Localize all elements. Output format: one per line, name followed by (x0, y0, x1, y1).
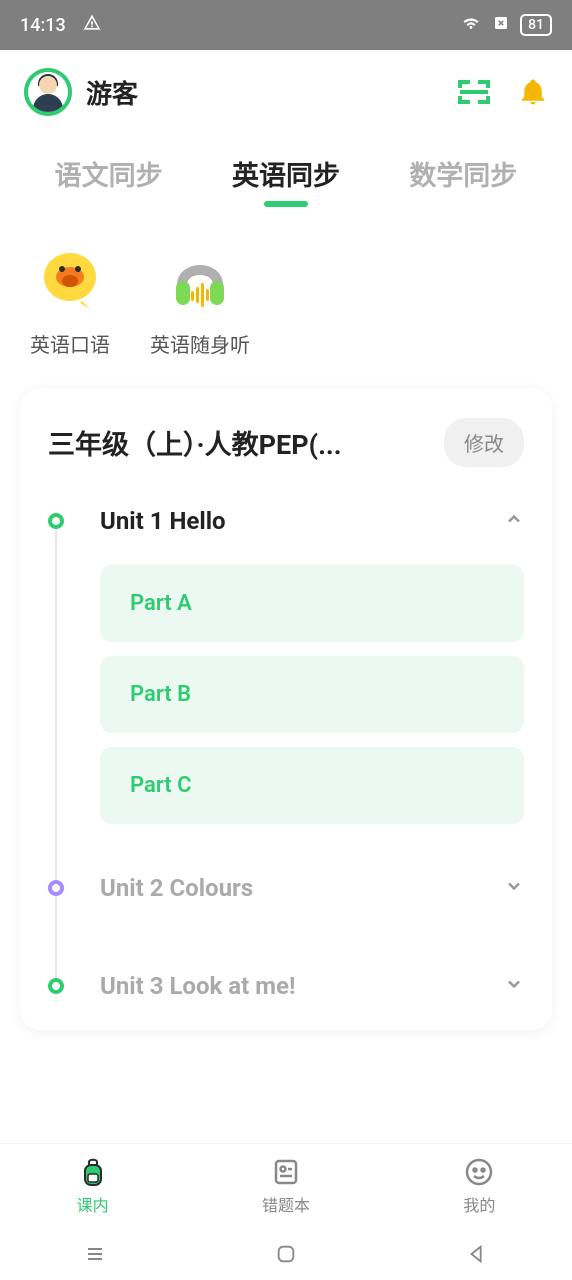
unit-item-3: Unit 3 Look at me! (48, 972, 524, 1000)
bell-icon[interactable] (518, 77, 548, 107)
status-right: 81 (460, 14, 552, 36)
card-header: 三年级（上）·人教PEP(... 修改 (48, 418, 524, 467)
feature-speaking-label: 英语口语 (30, 329, 110, 358)
headphones-icon (164, 243, 236, 315)
status-left: 14:13 (20, 13, 102, 37)
unit-1-header[interactable]: Unit 1 Hello (100, 507, 524, 535)
unit-list: Unit 1 Hello Part A Part B Part C Unit 2… (48, 507, 524, 1000)
unit-2-header[interactable]: Unit 2 Colours (100, 874, 524, 902)
back-button[interactable] (463, 1240, 491, 1268)
feature-listening-label: 英语随身听 (150, 329, 250, 358)
sim-icon (492, 14, 510, 36)
chevron-up-icon (504, 509, 524, 533)
nav-course-label: 课内 (77, 1192, 109, 1216)
battery-indicator: 81 (520, 14, 552, 36)
card-title: 三年级（上）·人教PEP(... (48, 423, 342, 462)
features-row: 英语口语 英语随身听 (0, 223, 572, 388)
profile-icon (463, 1156, 495, 1188)
modify-button[interactable]: 修改 (444, 418, 524, 467)
header-right (458, 77, 548, 107)
status-time: 14:13 (20, 15, 66, 36)
unit-item-2: Unit 2 Colours (48, 874, 524, 902)
chevron-down-icon (504, 876, 524, 900)
tab-chinese[interactable]: 语文同步 (51, 144, 167, 203)
system-nav (0, 1228, 572, 1280)
part-c[interactable]: Part C (100, 747, 524, 824)
tab-math[interactable]: 数学同步 (405, 144, 521, 203)
speaking-icon (34, 243, 106, 315)
bottom-nav: 课内 错题本 我的 (0, 1143, 572, 1228)
unit-3-header[interactable]: Unit 3 Look at me! (100, 972, 524, 1000)
wifi-icon (460, 14, 482, 36)
username-label: 游客 (86, 74, 138, 111)
status-bar: 14:13 81 (0, 0, 572, 50)
unit-item-1: Unit 1 Hello Part A Part B Part C (48, 507, 524, 824)
parts-list: Part A Part B Part C (100, 565, 524, 824)
nav-mine-label: 我的 (463, 1192, 495, 1216)
unit-dot (48, 880, 64, 896)
unit-2-title: Unit 2 Colours (100, 874, 253, 902)
unit-dot (48, 978, 64, 994)
scan-icon[interactable] (458, 78, 490, 106)
nav-mistakes[interactable]: 错题本 (262, 1156, 310, 1216)
feature-listening[interactable]: 英语随身听 (150, 243, 250, 358)
feature-speaking[interactable]: 英语口语 (30, 243, 110, 358)
header-left: 游客 (24, 68, 138, 116)
notebook-icon (270, 1156, 302, 1188)
warning-icon (82, 13, 102, 37)
subject-tabs: 语文同步 英语同步 数学同步 (0, 134, 572, 223)
app-header: 游客 (0, 50, 572, 134)
part-b[interactable]: Part B (100, 656, 524, 733)
nav-course[interactable]: 课内 (77, 1156, 109, 1216)
chevron-down-icon (504, 974, 524, 998)
nav-mistakes-label: 错题本 (262, 1192, 310, 1216)
menu-button[interactable] (81, 1240, 109, 1268)
course-card: 三年级（上）·人教PEP(... 修改 Unit 1 Hello Part A … (20, 388, 552, 1030)
backpack-icon (77, 1156, 109, 1188)
unit-1-title: Unit 1 Hello (100, 507, 226, 535)
nav-mine[interactable]: 我的 (463, 1156, 495, 1216)
unit-dot (48, 513, 64, 529)
part-a[interactable]: Part A (100, 565, 524, 642)
tab-english[interactable]: 英语同步 (228, 144, 344, 203)
home-button[interactable] (272, 1240, 300, 1268)
avatar[interactable] (24, 68, 72, 116)
unit-3-title: Unit 3 Look at me! (100, 972, 295, 1000)
